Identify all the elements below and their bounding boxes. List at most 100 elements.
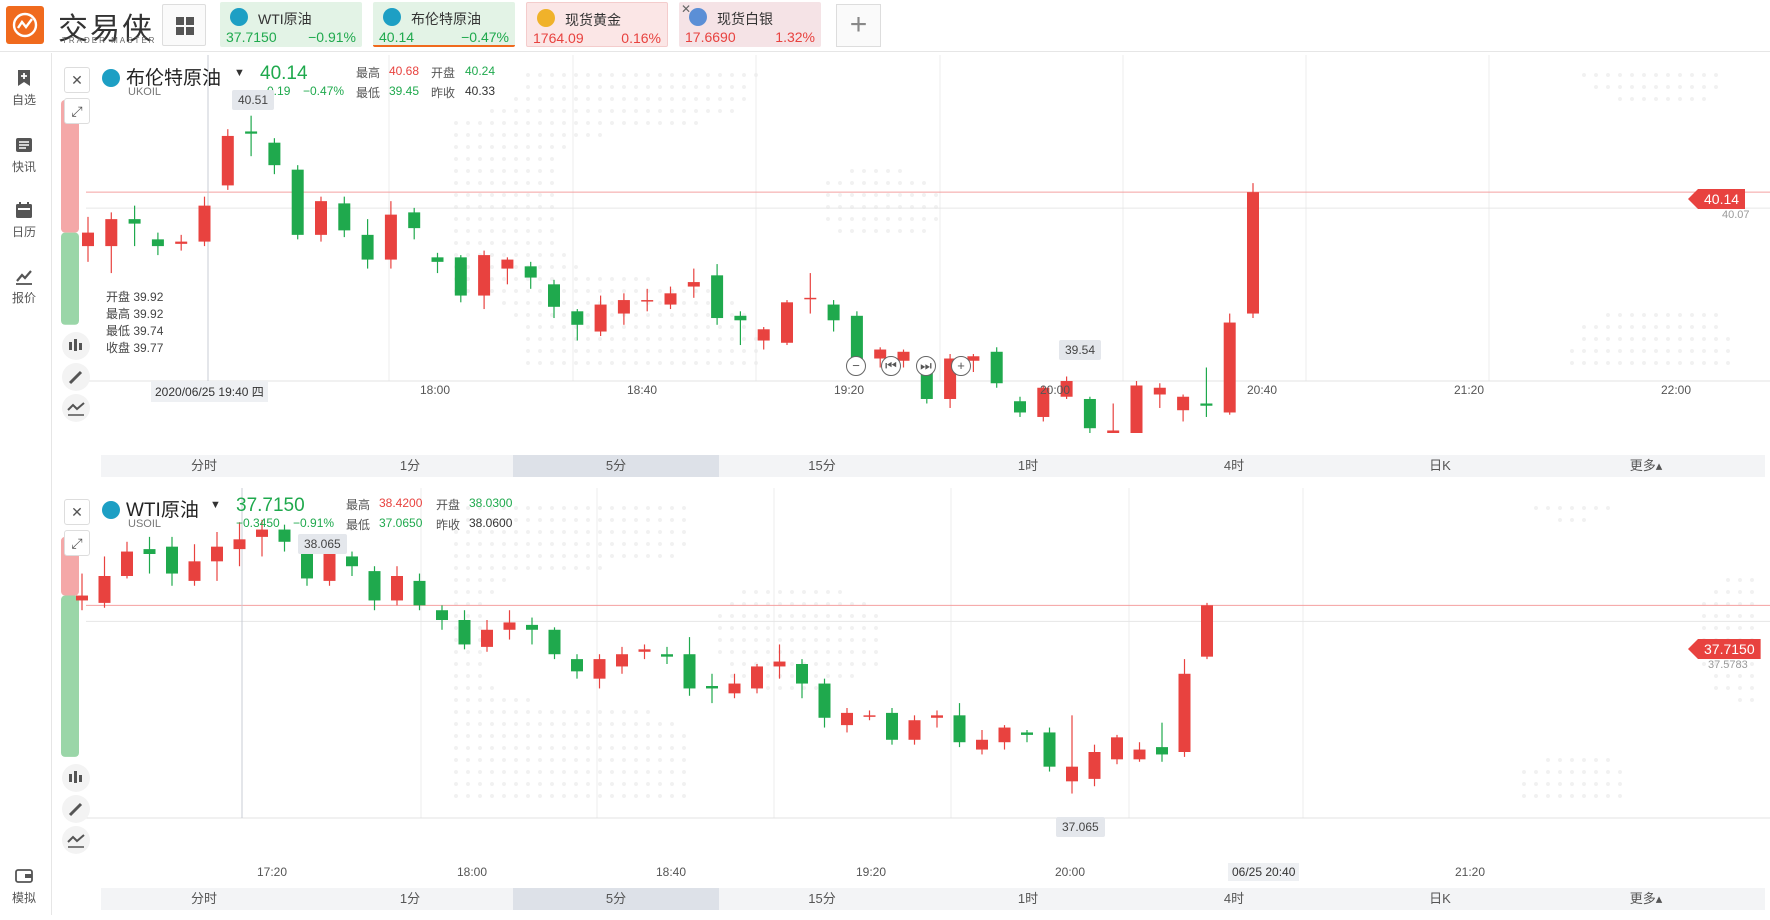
timeframe-tab[interactable]: 15分 — [719, 888, 925, 910]
map-dot — [1618, 782, 1622, 786]
map-dot — [1714, 349, 1718, 353]
map-dot — [826, 614, 830, 618]
map-dot — [562, 722, 566, 726]
grid-layout-button[interactable] — [162, 4, 206, 46]
map-dot — [538, 217, 542, 221]
sidebar-item-label: 日历 — [11, 225, 36, 239]
map-dot — [622, 758, 626, 762]
line-tool-button[interactable] — [62, 394, 90, 422]
timeframe-tab[interactable]: 1时 — [925, 455, 1131, 477]
draw-tool-button[interactable] — [62, 363, 90, 391]
map-dot — [586, 325, 590, 329]
timeframe-tab[interactable]: 分时 — [101, 888, 307, 910]
sidebar-item-demo[interactable]: 模拟 — [0, 867, 48, 906]
zoom-out-button[interactable]: − — [846, 356, 866, 376]
map-dot — [502, 217, 506, 221]
indicator-tool-button[interactable] — [62, 332, 90, 360]
map-dot — [502, 229, 506, 233]
quote-tab-brent[interactable]: 布伦特原油 40.14 −0.47% — [373, 2, 515, 47]
timeframe-tab[interactable]: 4时 — [1131, 888, 1337, 910]
map-dot — [526, 542, 530, 546]
timeframe-tab[interactable]: 更多▴ — [1543, 455, 1749, 477]
chevron-down-icon[interactable]: ▼ — [210, 499, 221, 511]
map-dot — [502, 566, 506, 570]
map-dot — [562, 518, 566, 522]
map-dot — [526, 722, 530, 726]
draw-tool-button[interactable] — [62, 795, 90, 823]
map-dot — [1546, 758, 1550, 762]
expand-button[interactable]: ⤢ — [64, 98, 90, 124]
map-dot — [670, 121, 674, 125]
map-dot — [490, 758, 494, 762]
quote-tab-wti[interactable]: WTI原油 37.7150 −0.91% — [220, 2, 362, 47]
map-dot — [778, 686, 782, 690]
map-dot — [1570, 361, 1574, 365]
timeframe-tab[interactable]: 15分 — [719, 455, 925, 477]
map-dot — [850, 674, 854, 678]
close-panel-button[interactable]: ✕ — [64, 67, 90, 93]
timeframe-tab[interactable]: 日K — [1337, 455, 1543, 477]
scroll-left-button[interactable]: ⏮ — [881, 356, 901, 376]
scroll-right-button[interactable]: ⏭ — [916, 356, 936, 376]
map-dot — [850, 626, 854, 630]
map-dot — [730, 109, 734, 113]
map-dot — [454, 542, 458, 546]
timeframe-tab[interactable]: 1时 — [925, 888, 1131, 910]
map-dot — [670, 313, 674, 317]
map-dot — [502, 145, 506, 149]
map-dot — [574, 566, 578, 570]
map-dot — [646, 506, 650, 510]
quote-tab-gold[interactable]: 现货黄金 1764.09 0.16% — [526, 2, 668, 47]
add-tab-button[interactable]: + — [836, 4, 881, 47]
candle-body — [368, 571, 381, 601]
map-dot — [694, 109, 698, 113]
map-dot — [466, 181, 470, 185]
sidebar-item-news[interactable]: 快讯 — [0, 136, 48, 175]
chevron-down-icon[interactable]: ▼ — [234, 67, 245, 79]
map-dot — [754, 638, 758, 642]
candle-body — [571, 311, 584, 325]
timeframe-tab[interactable]: 分时 — [101, 455, 307, 477]
close-panel-button[interactable]: ✕ — [64, 499, 90, 525]
timeframe-tab[interactable]: 1分 — [307, 888, 513, 910]
map-dot — [490, 133, 494, 137]
map-dot — [1558, 794, 1562, 798]
map-dot — [610, 85, 614, 89]
map-dot — [1606, 325, 1610, 329]
map-dot — [826, 181, 830, 185]
map-dot — [466, 674, 470, 678]
candle-body — [105, 219, 118, 247]
close-icon[interactable]: ✕ — [681, 2, 691, 16]
map-dot — [1630, 325, 1634, 329]
candle-body — [188, 561, 201, 581]
quote-tab-silver[interactable]: ✕ 现货白银 17.6690 1.32% — [679, 2, 821, 47]
sidebar-item-calendar[interactable]: 日历 — [0, 201, 48, 240]
timeframe-tab[interactable]: 1分 — [307, 455, 513, 477]
timeframe-tab[interactable]: 5分 — [513, 455, 719, 477]
timeframe-tab[interactable]: 5分 — [513, 888, 719, 910]
map-dot — [682, 85, 686, 89]
timeframe-tab[interactable]: 更多▴ — [1543, 888, 1749, 910]
map-dot — [610, 109, 614, 113]
sidebar-item-quotes[interactable]: 报价 — [0, 267, 48, 306]
map-dot — [586, 337, 590, 341]
candle-body — [233, 539, 246, 550]
map-dot — [466, 193, 470, 197]
indicator-tool-button[interactable] — [62, 764, 90, 792]
sidebar-item-watchlist[interactable]: 自选 — [0, 69, 48, 108]
expand-button[interactable]: ⤢ — [64, 530, 90, 556]
map-dot — [514, 289, 518, 293]
prev-close-value: 38.0600 — [469, 516, 513, 530]
map-dot — [658, 121, 662, 125]
timeframe-tab[interactable]: 4时 — [1131, 455, 1337, 477]
candlestick-chart[interactable] — [56, 55, 1770, 433]
map-dot — [502, 554, 506, 558]
map-dot — [538, 133, 542, 137]
timeframe-tab[interactable]: 日K — [1337, 888, 1543, 910]
map-dot — [538, 710, 542, 714]
line-tool-button[interactable] — [62, 826, 90, 854]
map-dot — [478, 181, 482, 185]
map-dot — [598, 782, 602, 786]
zoom-in-button[interactable]: + — [951, 356, 971, 376]
map-dot — [706, 73, 710, 77]
